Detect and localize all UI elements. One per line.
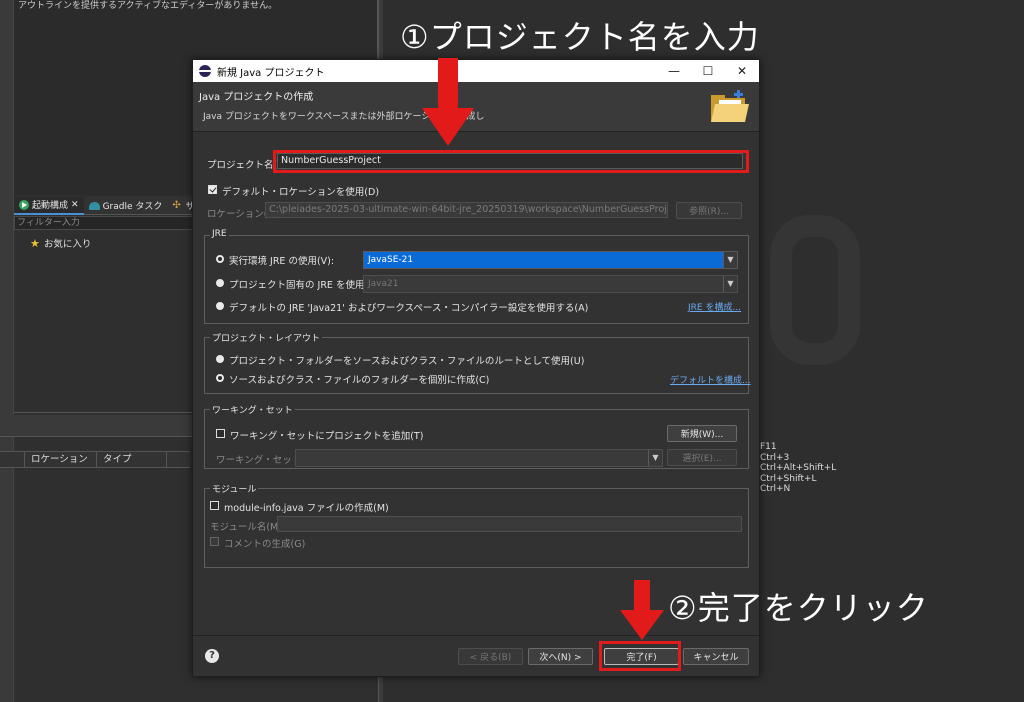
create-module-info-label: module-info.java ファイルの作成(M) — [224, 503, 389, 514]
generate-comments-label: コメントの生成(G) — [224, 539, 306, 550]
minimize-button[interactable]: — — [657, 60, 691, 82]
project-layout-group: プロジェクト・レイアウト プロジェクト・フォルダーをソースおよびクラス・ファイル… — [204, 331, 751, 394]
chevron-down-icon: ▼ — [723, 252, 737, 268]
project-layout-title: プロジェクト・レイアウト — [210, 331, 323, 344]
chevron-down-icon: ▼ — [648, 450, 662, 466]
jre-option-default-radio[interactable] — [216, 302, 224, 310]
working-sets-title: ワーキング・セット — [210, 403, 295, 416]
jre-group-title: JRE — [210, 229, 229, 239]
close-icon[interactable]: ✕ — [71, 200, 79, 210]
servers-icon: ✣ — [172, 199, 181, 211]
jre-option-execution-env-label: 実行環境 JRE の使用(V): — [229, 256, 335, 267]
shortcut-item: F11 — [760, 442, 777, 452]
chevron-down-icon: ▼ — [723, 276, 737, 292]
annotation-step2: ②完了をクリック — [668, 589, 929, 627]
eclipse-icon — [199, 65, 211, 77]
dialog-titlebar[interactable]: 新規 Java プロジェクト — ☐ ✕ — [193, 60, 759, 82]
shortcut-item: Ctrl+3 — [760, 452, 790, 463]
gradle-icon — [88, 201, 100, 210]
new-working-set-button[interactable]: 新規(W)... — [667, 425, 737, 442]
column-location[interactable]: ロケーション — [25, 452, 97, 467]
table-header-blank — [0, 452, 25, 467]
finish-highlight — [599, 641, 681, 671]
generate-comments-checkbox[interactable] — [210, 537, 219, 546]
tab-gradle-tasks[interactable]: Gradle タスク — [84, 197, 168, 215]
jre-option-project-specific-radio[interactable] — [216, 279, 224, 287]
module-title: モジュール — [210, 482, 259, 495]
help-icon[interactable]: ? — [205, 649, 219, 663]
back-button[interactable]: < 戻る(B) — [458, 648, 523, 665]
column-type[interactable]: タイプ — [97, 452, 167, 467]
tab-launch-config[interactable]: 起動構成 ✕ — [14, 196, 84, 215]
jre-group: JRE 実行環境 JRE の使用(V): JavaSE-21 ▼ プロジェクト固… — [204, 229, 749, 324]
project-name-highlight — [273, 150, 749, 173]
annotation-step1: ①プロジェクト名を入力 — [400, 18, 760, 56]
project-jre-select[interactable]: Java21 ▼ — [363, 275, 738, 293]
watermark-logo — [770, 215, 860, 365]
execution-env-select[interactable]: JavaSE-21 ▼ — [363, 251, 738, 269]
jre-option-project-specific-label: プロジェクト固有の JRE を使用(S): — [229, 280, 382, 291]
add-to-working-set-label: ワーキング・セットにプロジェクトを追加(T) — [230, 431, 424, 442]
working-sets-select[interactable]: ▼ — [295, 449, 663, 467]
next-button[interactable]: 次へ(N) > — [528, 648, 593, 665]
location-input[interactable]: C:\pleiades-2025-03-ultimate-win-64bit-j… — [265, 202, 668, 218]
layout-option-separate-radio[interactable] — [216, 374, 224, 382]
wizard-header: Java プロジェクトの作成 Java プロジェクトをワークスペースまたは外部ロ… — [193, 82, 759, 132]
wizard-title: Java プロジェクトの作成 — [199, 92, 314, 103]
layout-option-root-label: プロジェクト・フォルダーをソースおよびクラス・ファイルのルートとして使用(U) — [229, 356, 585, 367]
cancel-button[interactable]: キャンセル — [683, 648, 749, 665]
new-folder-icon — [711, 90, 749, 122]
layout-option-separate-label: ソースおよびクラス・ファイルのフォルダーを個別に作成(C) — [229, 375, 490, 386]
footer-separator — [193, 635, 759, 636]
ide-side-strip — [0, 0, 14, 702]
add-to-working-set-checkbox[interactable] — [216, 429, 225, 438]
shortcut-item: Ctrl+Alt+Shift+L — [760, 463, 837, 473]
module-group: モジュール module-info.java ファイルの作成(M) モジュール名… — [204, 482, 749, 568]
jre-option-default-label: デフォルトの JRE 'Java21' およびワークスペース・コンパイラー設定を… — [229, 303, 589, 314]
down-arrow-icon — [620, 580, 664, 640]
working-sets-group: ワーキング・セット ワーキング・セットにプロジェクトを追加(T) 新規(W)..… — [204, 403, 749, 469]
module-name-label: モジュール名(M): — [210, 522, 286, 533]
default-location-checkbox[interactable] — [208, 185, 217, 194]
create-module-info-checkbox[interactable] — [210, 501, 219, 510]
configure-default-link[interactable]: デフォルトを構成... — [670, 373, 751, 386]
jre-option-execution-env-radio[interactable] — [216, 255, 224, 263]
star-icon: ★ — [30, 236, 40, 250]
execution-env-value: JavaSE-21 — [368, 255, 414, 265]
favorites-label: お気に入り — [43, 239, 92, 250]
tree-item-favorites[interactable]: ★ お気に入り — [30, 236, 92, 251]
select-working-set-button[interactable]: 選択(E)... — [667, 449, 737, 466]
shortcut-item: Ctrl+Shift+L — [760, 473, 817, 484]
dialog-title: 新規 Java プロジェクト — [217, 67, 325, 79]
tab-label: 起動構成 — [32, 201, 69, 211]
project-jre-value: Java21 — [368, 279, 399, 289]
maximize-button[interactable]: ☐ — [691, 60, 725, 82]
down-arrow-icon — [422, 58, 474, 146]
configure-jre-link[interactable]: JRE を構成... — [688, 300, 741, 313]
module-name-input[interactable] — [277, 516, 742, 532]
run-icon — [19, 199, 29, 210]
layout-option-root-radio[interactable] — [216, 355, 224, 363]
outline-message: アウトラインを提供するアクティブなエディターがありません。 — [18, 1, 278, 11]
shortcut-list: F11 Ctrl+3 Ctrl+Alt+Shift+L Ctrl+Shift+L… — [760, 442, 836, 495]
window-controls: — ☐ ✕ — [657, 60, 759, 82]
shortcut-item: Ctrl+N — [760, 484, 791, 494]
tab-label: Gradle タスク — [102, 202, 163, 212]
close-button[interactable]: ✕ — [725, 60, 759, 82]
browse-button[interactable]: 参照(R)... — [676, 202, 742, 219]
table-header: ロケーション タイプ — [0, 451, 190, 468]
default-location-label: デフォルト・ロケーションを使用(D) — [222, 187, 380, 198]
